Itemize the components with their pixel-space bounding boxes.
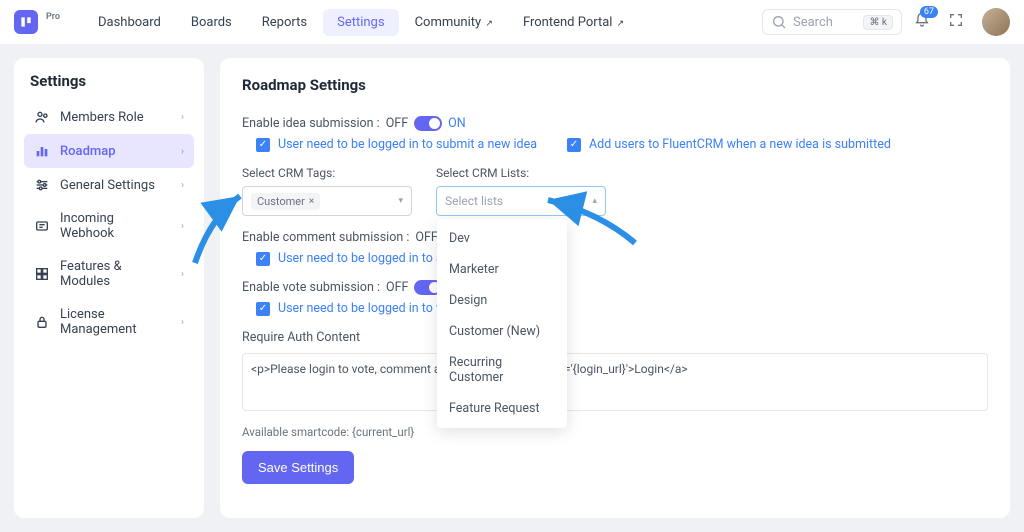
topbar: Pro Dashboard Boards Reports Settings Co…	[0, 0, 1024, 44]
pro-badge: Pro	[46, 12, 60, 22]
chevron-right-icon: ›	[181, 180, 184, 191]
users-icon	[34, 109, 50, 125]
sidebar-item-label: General Settings	[60, 178, 155, 193]
lists-dropdown: Dev Marketer Design Customer (New) Recur…	[437, 219, 567, 428]
sidebar-title: Settings	[24, 72, 194, 100]
idea-toggle[interactable]: OFF ON	[386, 116, 466, 131]
save-button[interactable]: Save Settings	[242, 451, 354, 484]
main-panel: Roadmap Settings Enable idea submission …	[220, 58, 1010, 518]
sidebar-item-label: Features & Modules	[60, 259, 171, 289]
checkbox-icon: ✓	[256, 252, 270, 266]
main-nav: Dashboard Boards Reports Settings Commun…	[84, 9, 638, 36]
app-logo[interactable]	[14, 10, 38, 34]
sidebar-item-license[interactable]: License Management ›	[24, 298, 194, 346]
option-customer-new[interactable]: Customer (New)	[437, 316, 567, 347]
sidebar: Settings Members Role › Roadmap › Genera…	[14, 58, 204, 518]
vote-cb-login[interactable]: ✓User need to be logged in to vote	[256, 301, 460, 316]
sidebar-item-members[interactable]: Members Role ›	[24, 100, 194, 134]
notifications-button[interactable]: 67	[908, 12, 936, 32]
nav-boards[interactable]: Boards	[177, 9, 246, 36]
option-recurring[interactable]: Recurring Customer	[437, 347, 567, 393]
sidebar-item-label: Members Role	[60, 110, 144, 125]
option-design[interactable]: Design	[437, 285, 567, 316]
search-input[interactable]: Search ⌘ k	[762, 9, 902, 35]
chevron-down-icon: ▾	[398, 196, 403, 206]
label: Enable idea submission :	[242, 116, 380, 131]
sidebar-item-general[interactable]: General Settings ›	[24, 168, 194, 202]
toggle-switch[interactable]	[414, 116, 442, 131]
chevron-up-icon: ▴	[592, 196, 597, 206]
notif-badge: 67	[920, 6, 938, 18]
idea-cb-login[interactable]: ✓User need to be logged in to submit a n…	[256, 137, 537, 152]
external-icon: ↗	[614, 19, 624, 29]
option-feature-request[interactable]: Feature Request	[437, 393, 567, 424]
sidebar-item-features[interactable]: Features & Modules ›	[24, 250, 194, 298]
label: Enable comment submission :	[242, 230, 409, 245]
checkbox-icon: ✓	[256, 138, 270, 152]
external-icon: ↗	[483, 19, 493, 29]
fullscreen-icon	[948, 12, 964, 28]
nav-frontend[interactable]: Frontend Portal ↗	[509, 9, 638, 36]
sidebar-item-label: Incoming Webhook	[60, 211, 171, 241]
label: Enable vote submission :	[242, 280, 380, 295]
comment-submission-row: Enable comment submission : OFF	[242, 230, 988, 245]
checkbox-icon: ✓	[256, 302, 270, 316]
page-title: Roadmap Settings	[242, 76, 988, 94]
fullscreen-button[interactable]	[942, 12, 970, 32]
tag-chip: Customer×	[251, 193, 320, 210]
logo-icon	[19, 15, 33, 29]
search-placeholder: Search	[793, 15, 833, 30]
auth-content-textarea[interactable]	[242, 353, 988, 411]
chevron-right-icon: ›	[181, 112, 184, 123]
sidebar-item-roadmap[interactable]: Roadmap ›	[24, 134, 194, 168]
search-icon	[771, 14, 787, 30]
nav-settings[interactable]: Settings	[323, 9, 398, 36]
crm-lists-select[interactable]: Select lists ▴ Dev Marketer Design Custo…	[436, 186, 606, 216]
nav-community[interactable]: Community ↗	[401, 9, 507, 36]
nav-reports[interactable]: Reports	[248, 9, 321, 36]
sidebar-item-label: License Management	[60, 307, 171, 337]
chevron-right-icon: ›	[181, 221, 184, 232]
avatar[interactable]	[982, 8, 1010, 36]
chevron-right-icon: ›	[181, 269, 184, 280]
sliders-icon	[34, 177, 50, 193]
chevron-right-icon: ›	[181, 317, 184, 328]
idea-cb-fluentcrm[interactable]: ✓Add users to FluentCRM when a new idea …	[567, 137, 891, 152]
option-dev[interactable]: Dev	[437, 223, 567, 254]
close-icon[interactable]: ×	[309, 196, 314, 207]
lists-label: Select CRM Lists:	[436, 166, 606, 180]
sidebar-item-webhook[interactable]: Incoming Webhook ›	[24, 202, 194, 250]
chart-icon	[34, 143, 50, 159]
nav-dashboard[interactable]: Dashboard	[84, 9, 175, 36]
tags-label: Select CRM Tags:	[242, 166, 412, 180]
kbd-hint: ⌘ k	[863, 15, 893, 30]
smartcode-hint: Available smartcode: {current_url}	[242, 425, 988, 439]
webhook-icon	[34, 218, 50, 234]
checkbox-icon: ✓	[567, 138, 581, 152]
lock-icon	[34, 314, 50, 330]
comment-cb-login[interactable]: ✓User need to be logged in to add	[256, 251, 457, 266]
idea-submission-row: Enable idea submission : OFF ON	[242, 116, 988, 131]
chevron-right-icon: ›	[181, 146, 184, 157]
vote-submission-row: Enable vote submission : OFF ON	[242, 280, 988, 295]
sidebar-item-label: Roadmap	[60, 144, 116, 159]
auth-content-label: Require Auth Content	[242, 330, 988, 345]
crm-tags-select[interactable]: Customer× ▾	[242, 186, 412, 216]
option-marketer[interactable]: Marketer	[437, 254, 567, 285]
modules-icon	[34, 266, 50, 282]
